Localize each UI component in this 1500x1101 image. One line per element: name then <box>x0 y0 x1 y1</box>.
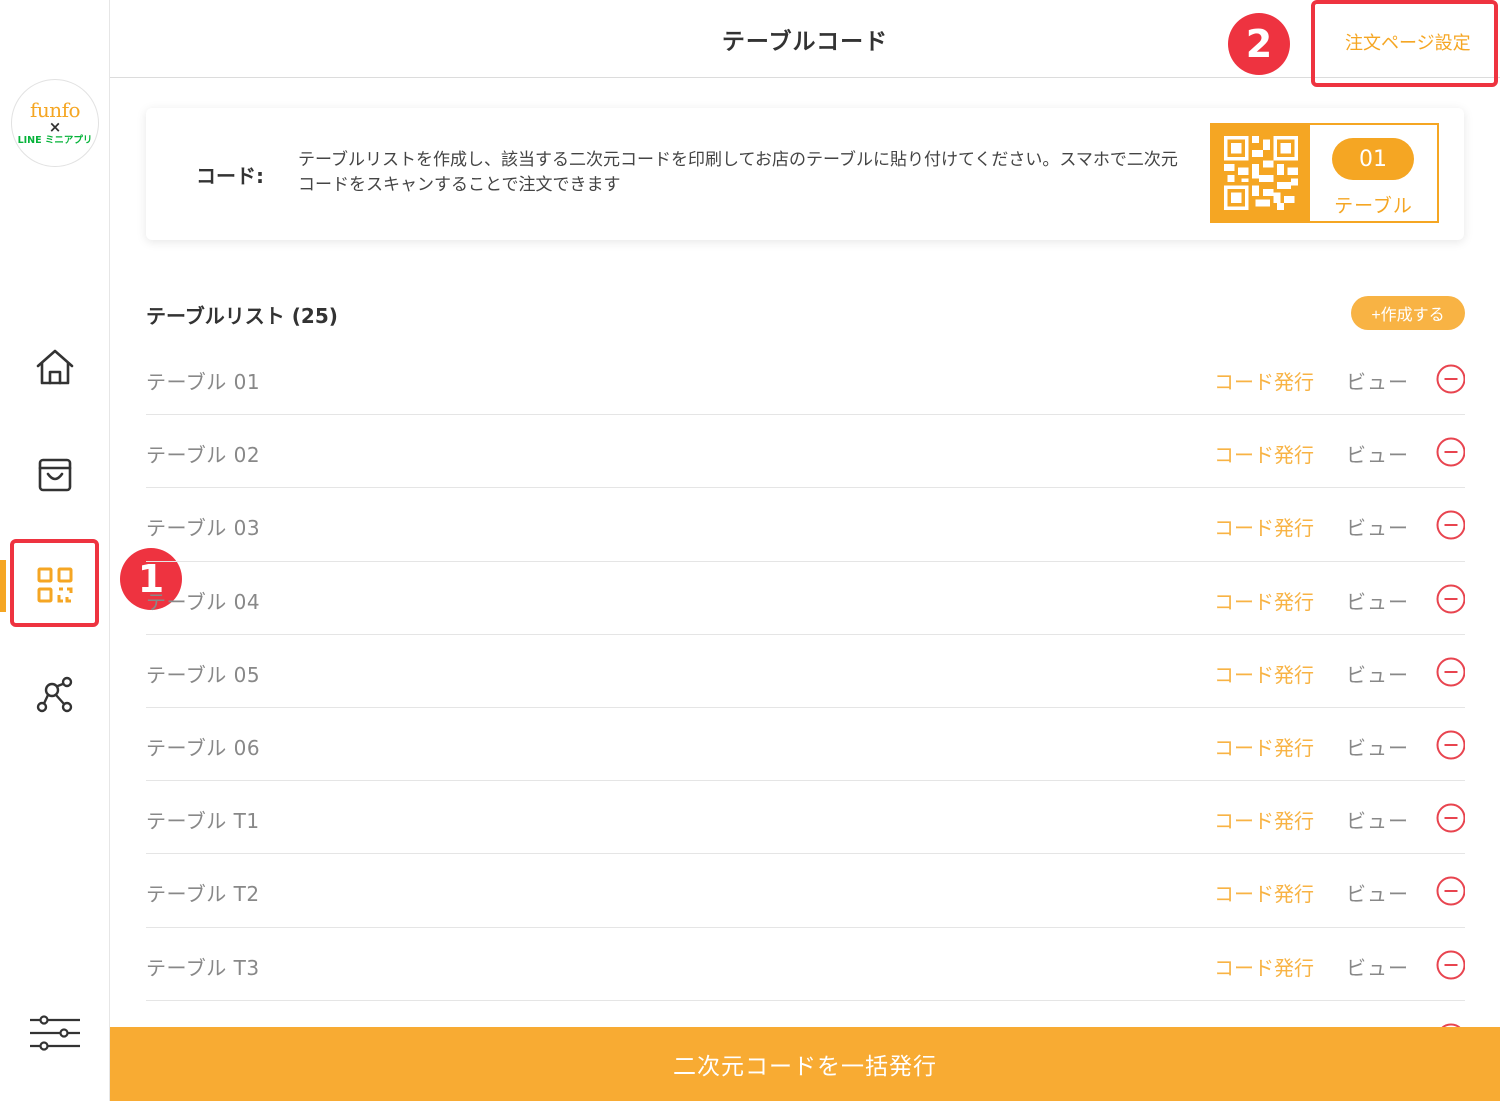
delete-icon[interactable] <box>1436 876 1465 906</box>
highlight-box-2 <box>1311 0 1498 87</box>
annotation-badge-2: 2 <box>1228 13 1290 75</box>
page-header: テーブルコード 注文ページ設定 <box>110 0 1500 78</box>
code-description: テーブルリストを作成し、該当する二次元コードを印刷してお店のテーブルに貼り付けて… <box>298 150 1178 195</box>
table-row: コード発行 ビュー <box>146 1001 1465 1028</box>
delete-icon[interactable] <box>1436 730 1465 760</box>
logo-brand: funfo <box>29 97 81 122</box>
delete-icon[interactable] <box>1436 437 1465 467</box>
table-row: テーブル 05 コード発行 ビュー <box>146 635 1465 708</box>
issue-code-button[interactable]: コード発行 <box>1214 439 1314 468</box>
code-info-card: コード: テーブルリストを作成し、該当する二次元コードを印刷してお店のテーブルに… <box>146 108 1464 240</box>
table-list-title: テーブルリスト (25) <box>146 304 338 328</box>
table-row: テーブル 04 コード発行 ビュー <box>146 562 1465 635</box>
view-button[interactable]: ビュー <box>1346 659 1409 688</box>
table-name: テーブル 04 <box>146 589 261 614</box>
logo-partner: LINE ミニアプリ <box>17 134 93 146</box>
table-row: テーブル 03 コード発行 ビュー <box>146 488 1465 562</box>
table-list: テーブル 01 コード発行 ビュー テーブル 02 コード発行 ビュー テーブル… <box>146 342 1465 1028</box>
create-table-button[interactable]: +作成する <box>1351 296 1465 330</box>
table-name: テーブル T2 <box>146 882 260 907</box>
issue-code-button[interactable]: コード発行 <box>1214 878 1314 907</box>
table-name: テーブル 05 <box>146 662 261 687</box>
table-row: テーブル T2 コード発行 ビュー <box>146 854 1465 928</box>
delete-icon[interactable] <box>1436 510 1465 540</box>
table-name: テーブル T1 <box>146 809 260 834</box>
qr-sample-label: テーブル <box>1334 195 1413 217</box>
issue-code-button[interactable]: コード発行 <box>1214 512 1314 541</box>
issue-code-button[interactable]: コード発行 <box>1214 366 1314 395</box>
delete-icon[interactable] <box>1436 950 1465 980</box>
nav-settings[interactable] <box>0 988 110 1078</box>
issue-code-button[interactable]: コード発行 <box>1214 586 1314 615</box>
table-name: テーブル 02 <box>146 443 261 468</box>
code-label: コード: <box>196 164 264 188</box>
view-button[interactable]: ビュー <box>1346 732 1409 761</box>
nav-home[interactable] <box>0 322 110 412</box>
table-name: テーブル 01 <box>146 370 261 394</box>
view-button[interactable]: ビュー <box>1346 366 1409 395</box>
sliders-icon <box>30 1015 80 1051</box>
page-title: テーブルコード <box>721 29 889 55</box>
home-icon <box>36 349 74 385</box>
highlight-box-1 <box>10 539 99 627</box>
qr-sample-table: 01 テーブル <box>1310 125 1437 221</box>
table-row: テーブル 06 コード発行 ビュー <box>146 708 1465 782</box>
network-icon <box>36 676 73 713</box>
view-button[interactable]: ビュー <box>1346 439 1409 468</box>
qr-sample-number: 01 <box>1332 138 1414 180</box>
issue-code-button[interactable]: コード発行 <box>1214 659 1314 688</box>
delete-icon[interactable] <box>1436 364 1465 394</box>
delete-icon[interactable] <box>1436 803 1465 833</box>
table-name: テーブル 06 <box>146 735 261 760</box>
view-button[interactable]: ビュー <box>1346 805 1409 834</box>
table-row: テーブル 01 コード発行 ビュー <box>146 342 1465 416</box>
table-name: テーブル 03 <box>146 516 261 541</box>
issue-code-button[interactable]: コード発行 <box>1214 732 1314 761</box>
shopping-bag-icon <box>38 458 72 492</box>
table-row: テーブル 02 コード発行 ビュー <box>146 415 1465 489</box>
view-button[interactable]: ビュー <box>1346 878 1409 907</box>
table-name: テーブル T3 <box>146 955 260 980</box>
issue-code-button[interactable]: コード発行 <box>1214 952 1314 981</box>
qr-sample-code <box>1212 125 1310 221</box>
view-button[interactable]: ビュー <box>1346 512 1409 541</box>
brand-logo: funfo × LINE ミニアプリ <box>11 79 99 167</box>
nav-integrations[interactable] <box>0 650 110 740</box>
table-row: テーブル T1 コード発行 ビュー <box>146 781 1465 855</box>
qr-sample-preview: 01 テーブル <box>1210 123 1439 223</box>
issue-code-button[interactable]: コード発行 <box>1214 805 1314 834</box>
logo-times: × <box>48 117 62 136</box>
delete-icon[interactable] <box>1436 657 1465 687</box>
qr-pattern-icon <box>1224 136 1298 210</box>
sidebar: funfo × LINE ミニアプリ <box>0 0 110 1101</box>
delete-icon[interactable] <box>1436 584 1465 614</box>
table-row: テーブル T3 コード発行 ビュー <box>146 928 1465 1001</box>
view-button[interactable]: ビュー <box>1346 586 1409 615</box>
view-button[interactable]: ビュー <box>1346 952 1409 981</box>
nav-orders[interactable] <box>0 430 110 520</box>
bulk-issue-button[interactable]: 二次元コードを一括発行 <box>110 1027 1500 1101</box>
